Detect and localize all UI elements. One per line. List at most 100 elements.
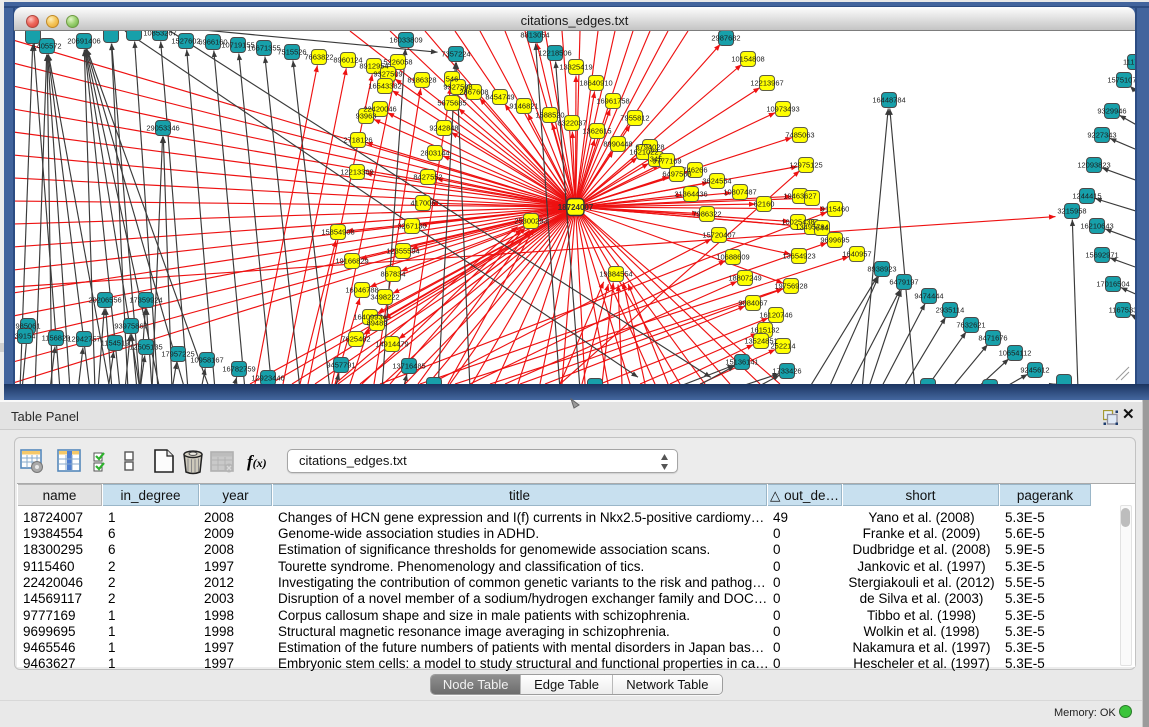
svg-text:252214: 252214 <box>770 342 795 351</box>
svg-text:1615132: 1615132 <box>750 326 779 335</box>
svg-text:12355594: 12355594 <box>386 247 419 256</box>
svg-text:8990448: 8990448 <box>603 140 632 149</box>
svg-text:9084067: 9084067 <box>738 299 767 308</box>
svg-text:15720407: 15720407 <box>702 231 735 240</box>
svg-text:21364436: 21364436 <box>674 190 707 199</box>
svg-text:7485063: 7485063 <box>785 131 814 140</box>
svg-text:10688609: 10688609 <box>716 253 749 262</box>
svg-text:93963: 93963 <box>356 112 377 121</box>
svg-text:20691406: 20691406 <box>67 37 100 46</box>
svg-text:1156829: 1156829 <box>42 334 71 343</box>
svg-text:7986322: 7986322 <box>692 210 721 219</box>
svg-text:3624554: 3624554 <box>702 177 731 186</box>
svg-text:10654112: 10654112 <box>999 349 1032 358</box>
svg-text:15854908: 15854908 <box>321 228 354 237</box>
svg-text:8186328: 8186328 <box>407 76 436 85</box>
svg-text:9329946: 9329946 <box>1097 107 1126 116</box>
svg-text:6479197: 6479197 <box>889 278 918 287</box>
svg-text:39154: 39154 <box>15 332 35 341</box>
svg-text:10154808: 10154808 <box>731 55 764 64</box>
svg-text:8427552: 8427552 <box>413 173 442 182</box>
svg-text:3498222: 3498222 <box>370 293 399 302</box>
svg-text:16961758: 16961758 <box>596 97 629 106</box>
svg-text:1154519: 1154519 <box>101 339 130 348</box>
svg-text:19756928: 19756928 <box>774 282 807 291</box>
svg-text:867834: 867834 <box>380 270 405 279</box>
svg-text:14914479: 14914479 <box>375 340 408 349</box>
svg-text:16210643: 16210643 <box>1080 222 1113 231</box>
svg-text:20206556: 20206556 <box>88 296 121 305</box>
svg-text:12093823: 12093823 <box>1077 161 1110 170</box>
svg-text:8938923: 8938923 <box>867 265 896 274</box>
svg-text:17359924: 17359924 <box>129 296 162 305</box>
svg-text:19463627: 19463627 <box>783 192 816 201</box>
svg-text:15692971: 15692971 <box>1085 251 1118 260</box>
svg-text:17016504: 17016504 <box>1096 280 1129 289</box>
svg-text:9245612: 9245612 <box>1020 366 1049 375</box>
svg-text:12213369: 12213369 <box>340 168 373 177</box>
svg-text:12213967: 12213967 <box>750 79 783 88</box>
svg-text:10958167: 10958167 <box>190 356 223 365</box>
svg-text:417006: 417006 <box>410 199 435 208</box>
svg-text:19384554: 19384554 <box>599 270 632 279</box>
svg-text:7632621: 7632621 <box>956 321 985 330</box>
svg-text:12218506: 12218506 <box>538 49 571 58</box>
svg-text:12975125: 12975125 <box>789 161 822 170</box>
svg-text:2987682: 2987682 <box>711 34 740 43</box>
svg-text:7625402: 7625402 <box>341 335 370 344</box>
svg-text:7663822: 7663822 <box>304 53 333 62</box>
svg-text:62160: 62160 <box>754 200 775 209</box>
svg-text:2803144: 2803144 <box>420 149 449 158</box>
svg-text:12505135: 12505135 <box>129 343 162 352</box>
svg-text:13325419: 13325419 <box>559 63 592 72</box>
svg-text:18640910: 18640910 <box>579 79 612 88</box>
svg-text:3215958: 3215958 <box>1057 207 1086 216</box>
svg-text:16033809: 16033809 <box>389 36 422 45</box>
svg-text:18724007: 18724007 <box>558 203 594 212</box>
svg-text:8471676: 8471676 <box>978 334 1007 343</box>
svg-text:9327509: 9327509 <box>373 70 402 79</box>
svg-text:1527602: 1527602 <box>171 37 200 46</box>
svg-text:8454749: 8454749 <box>485 93 514 102</box>
svg-text:9242848: 9242848 <box>429 124 458 133</box>
svg-text:15136141: 15136141 <box>725 358 758 367</box>
svg-text:89489: 89489 <box>367 319 388 328</box>
svg-text:9115460: 9115460 <box>821 205 850 214</box>
svg-text:7357224: 7357224 <box>441 50 470 59</box>
svg-text:16543382: 16543382 <box>368 82 401 91</box>
svg-text:2867608: 2867608 <box>459 88 488 97</box>
svg-text:1244415: 1244415 <box>1072 192 1101 201</box>
svg-text:7955812: 7955812 <box>620 114 649 123</box>
svg-text:111727: 111727 <box>1123 58 1135 67</box>
svg-text:2935114: 2935114 <box>936 306 965 315</box>
svg-text:16120746: 16120746 <box>759 311 792 320</box>
svg-text:16448784: 16448784 <box>872 96 905 105</box>
svg-text:644: 644 <box>816 224 829 233</box>
svg-text:16671355: 16671355 <box>247 44 280 53</box>
svg-text:5675685: 5675685 <box>437 99 466 108</box>
svg-text:985061: 985061 <box>15 322 40 331</box>
svg-text:9146821: 9146821 <box>509 102 538 111</box>
svg-text:2718126: 2718126 <box>343 136 372 145</box>
svg-text:93975867: 93975867 <box>114 322 147 331</box>
svg-text:9457791: 9457791 <box>326 361 355 370</box>
svg-text:9227343: 9227343 <box>1087 131 1116 140</box>
svg-text:15751074: 15751074 <box>1107 76 1135 85</box>
svg-text:16782759: 16782759 <box>222 365 255 374</box>
svg-text:10973493: 10973493 <box>766 105 799 114</box>
svg-text:12923446: 12923446 <box>251 374 284 383</box>
svg-text:1362615: 1362615 <box>582 127 611 136</box>
svg-text:7515526: 7515526 <box>277 48 306 57</box>
svg-text:9474444: 9474444 <box>914 292 943 301</box>
svg-text:9777169: 9777169 <box>652 157 681 166</box>
svg-text:746266: 746266 <box>682 166 707 175</box>
svg-text:25300293: 25300293 <box>514 217 547 226</box>
svg-text:8813054: 8813054 <box>520 31 549 40</box>
svg-text:13716485: 13716485 <box>392 362 425 371</box>
svg-text:5226058: 5226058 <box>383 58 412 67</box>
svg-text:18807249: 18807249 <box>728 274 761 283</box>
svg-text:1405572: 1405572 <box>32 42 61 51</box>
svg-text:29053346: 29053346 <box>146 124 179 133</box>
svg-text:1733426: 1733426 <box>772 367 801 376</box>
svg-text:1167533: 1167533 <box>1109 306 1135 315</box>
